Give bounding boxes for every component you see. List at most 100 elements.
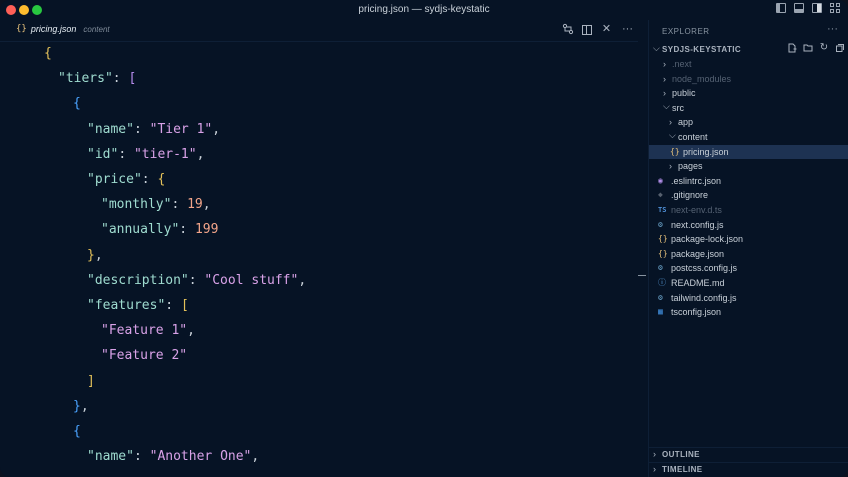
code-token: "annually" <box>101 222 180 238</box>
editor-tab-bar: {} pricing.json content ✕ ··· <box>0 20 638 42</box>
code-token: } <box>87 247 95 263</box>
code-token: "description" <box>87 272 189 288</box>
project-actions: ↻ <box>787 43 845 53</box>
tree-file-package-lock-json[interactable]: {} package-lock.json <box>649 232 848 247</box>
timeline-section[interactable]: › TIMELINE <box>649 462 848 477</box>
open-changes-icon[interactable] <box>561 23 574 36</box>
gear-icon: ⚙ <box>658 219 663 229</box>
code-token: , <box>196 146 205 162</box>
code-token: { <box>44 46 52 61</box>
timeline-label: TIMELINE <box>662 465 703 474</box>
tree-folder-src[interactable]: ⌵ src <box>649 101 848 116</box>
customize-layout-icon[interactable] <box>830 3 840 13</box>
code-token: , <box>94 247 103 263</box>
explorer-title: EXPLORER <box>662 27 710 36</box>
code-token: , <box>80 398 89 414</box>
code-line[interactable]: }, <box>87 243 103 268</box>
code-line[interactable]: "name": "Another One", <box>87 444 259 469</box>
code-token: : <box>179 222 195 238</box>
new-folder-icon[interactable] <box>803 43 813 53</box>
code-token: { <box>157 172 166 187</box>
code-token: "Tier 1" <box>149 121 213 137</box>
outline-section[interactable]: › OUTLINE <box>649 447 848 462</box>
code-line[interactable]: "Feature 2" <box>101 343 187 368</box>
scrollbar-marker <box>638 275 646 276</box>
code-token: } <box>73 398 81 414</box>
code-line[interactable]: "price": { <box>87 167 165 192</box>
json-icon: {} <box>670 146 680 156</box>
tree-file-readme-md[interactable]: ⓘ README.md <box>649 276 848 291</box>
toggle-panel-icon[interactable] <box>794 3 804 13</box>
code-editor[interactable]: {"tiers": [{"name": "Tier 1", "id": "tier… <box>0 42 638 477</box>
new-file-icon[interactable] <box>787 43 797 53</box>
tree-folder-content[interactable]: ⌵ content <box>649 130 848 145</box>
layout-controls <box>776 3 840 13</box>
tree-folder-pages[interactable]: › pages <box>649 159 848 174</box>
code-line[interactable]: ] <box>87 369 95 394</box>
tree-file-next-env-d-ts[interactable]: TS next-env.d.ts <box>649 203 848 218</box>
tree-file-tailwind-config-js[interactable]: ⚙ tailwind.config.js <box>649 291 848 306</box>
code-token: "features" <box>87 298 166 313</box>
code-line[interactable]: "annually": 199 <box>101 217 218 242</box>
tree-folder-app[interactable]: › app <box>649 115 848 130</box>
more-actions-icon[interactable]: ··· <box>621 23 634 36</box>
tree-folder-node-modules[interactable]: › node_modules <box>649 72 848 87</box>
tree-file-postcss-config-js[interactable]: ⚙ postcss.config.js <box>649 261 848 276</box>
gear-icon: ⚙ <box>658 263 663 273</box>
tree-item-label: tailwind.config.js <box>671 292 737 303</box>
tree-file-eslintrc-json[interactable]: ◉ .eslintrc.json <box>649 174 848 189</box>
split-editor-icon[interactable] <box>582 24 592 35</box>
code-line[interactable]: { <box>44 41 52 66</box>
code-token: , <box>298 272 307 288</box>
chevron-right-icon: › <box>653 464 656 474</box>
tab-pricing-json[interactable]: {} pricing.json content <box>16 24 110 34</box>
code-token: "Cool stuff" <box>204 272 299 288</box>
code-token: "Another One" <box>149 449 252 465</box>
code-token: , <box>212 121 221 137</box>
explorer-more-icon[interactable]: ··· <box>827 23 838 35</box>
explorer-sidebar: EXPLORER ··· ⌵ SYDJS-KEYSTATIC ↻ › .next ›… <box>648 20 848 477</box>
tree-file-gitignore[interactable]: ◆ .gitignore <box>649 188 848 203</box>
chevron-right-icon: › <box>663 59 666 69</box>
refresh-icon[interactable]: ↻ <box>819 43 829 53</box>
code-token: : <box>165 298 181 313</box>
tree-item-label: package-lock.json <box>671 234 744 245</box>
tree-file-pricing-json[interactable]: {} pricing.json <box>649 144 848 160</box>
code-line[interactable]: { <box>73 419 81 444</box>
code-line[interactable]: "id": "tier-1", <box>87 142 204 167</box>
editor-area: {} pricing.json content ✕ ··· {"tiers": … <box>0 20 646 477</box>
code-line[interactable]: "features": [ <box>87 293 189 318</box>
code-token: "price" <box>87 172 142 187</box>
code-line[interactable]: "Feature 1", <box>101 318 195 343</box>
code-line[interactable]: "name": "Tier 1", <box>87 117 220 142</box>
toggle-primary-sidebar-icon[interactable] <box>776 3 786 13</box>
code-line[interactable]: { <box>73 91 81 116</box>
toggle-secondary-sidebar-icon[interactable] <box>812 3 822 13</box>
code-line[interactable]: "monthly": 19, <box>101 192 211 217</box>
window-title: pricing.json — sydjs-keystatic <box>358 4 490 15</box>
tree-item-label: pricing.json <box>683 146 729 157</box>
tree-file-next-config-js[interactable]: ⚙ next.config.js <box>649 218 848 233</box>
project-header[interactable]: ⌵ SYDJS-KEYSTATIC ↻ <box>649 43 848 57</box>
tree-file-tsconfig-json[interactable]: ▦ tsconfig.json <box>649 305 848 320</box>
code-token: 19 <box>187 197 203 213</box>
tree-item-label: package.json <box>671 248 725 259</box>
close-editor-icon[interactable]: ✕ <box>600 23 613 36</box>
chevron-right-icon: › <box>669 161 672 172</box>
chevron-down-icon: ⌵ <box>663 100 670 111</box>
tree-item-label: app <box>678 117 694 128</box>
collapse-all-icon[interactable] <box>835 43 845 53</box>
code-token: { <box>73 424 81 439</box>
vscode-window: pricing.json — sydjs-keystatic {} pricin… <box>0 0 848 477</box>
code-line[interactable]: "description": "Cool stuff", <box>87 268 306 293</box>
tree-folder-next[interactable]: › .next <box>649 57 848 72</box>
tree-item-label: .next <box>672 59 692 69</box>
code-line[interactable]: }, <box>73 394 89 419</box>
code-token: "Feature 2" <box>101 348 188 364</box>
tree-item-label: next.config.js <box>671 219 724 230</box>
tree-item-label: tsconfig.json <box>671 307 722 318</box>
code-line[interactable]: "tiers": [ <box>58 66 136 91</box>
tree-file-package-json[interactable]: {} package.json <box>649 247 848 262</box>
code-token: : <box>118 146 134 162</box>
tree-folder-public[interactable]: › public <box>649 86 848 101</box>
